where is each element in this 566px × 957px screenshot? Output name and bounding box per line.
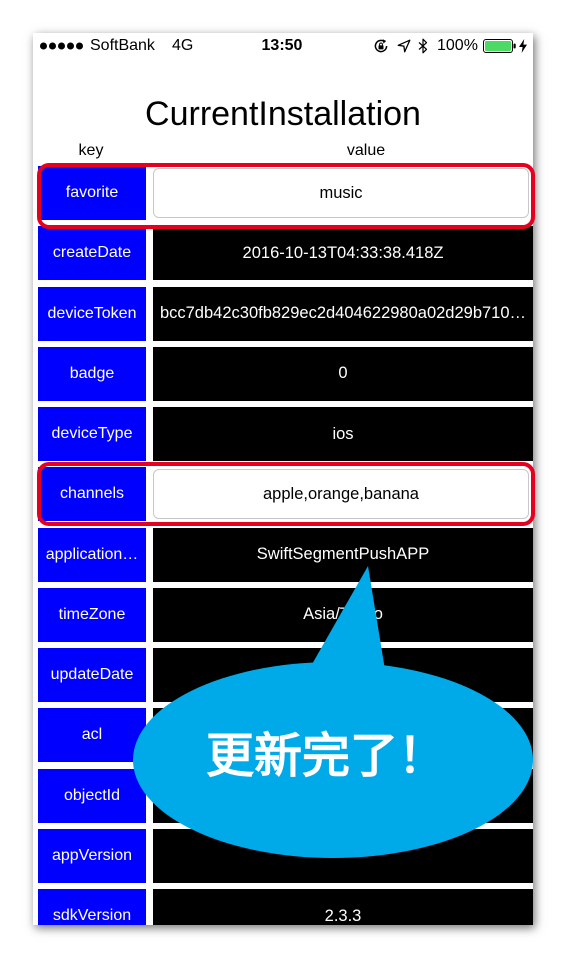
key-label: badge: [69, 364, 115, 382]
key-cell: createDate: [38, 226, 146, 281]
table-row: badge 0: [33, 346, 533, 401]
key-label: deviceToken: [47, 304, 137, 322]
value-cell: [153, 648, 533, 702]
carrier-name: SoftBank: [90, 37, 155, 54]
key-cell: application…: [38, 527, 146, 582]
key-label: sdkVersion: [52, 907, 132, 924]
column-header-key: key: [78, 142, 104, 159]
value-cell: SwiftSegmentPushAPP: [153, 527, 533, 582]
rotation-lock-icon: [374, 39, 388, 53]
table-row: sdkVersion 2.3.3: [33, 889, 533, 925]
value-text: 2.3.3: [324, 906, 362, 925]
key-cell: badge: [38, 346, 146, 401]
value-cell: ios: [153, 407, 533, 461]
key-label: objectId: [63, 786, 121, 804]
bluetooth-icon: [418, 38, 428, 54]
value-cell: 2.3.3: [153, 889, 533, 925]
table-row: updateDate: [33, 648, 533, 702]
key-label: updateDate: [50, 666, 134, 683]
page-title: CurrentInstallation: [145, 95, 421, 133]
key-cell: deviceType: [38, 407, 146, 461]
battery-percentage: 100%: [437, 37, 478, 54]
value-cell: 2016-10-13T04:33:38.418Z: [153, 226, 533, 281]
key-cell: objectId: [38, 768, 146, 823]
key-cell: sdkVersion: [38, 889, 146, 925]
battery-icon: [483, 39, 516, 53]
value-text: Asia/Tokyo: [303, 605, 383, 624]
status-bar: SoftBank 4G 13:50 100%: [33, 33, 533, 59]
table-row: appVersion: [33, 828, 533, 883]
table-row: deviceType ios: [33, 407, 533, 461]
table-row: deviceToken bcc7db42c30fb829ec2d40462298…: [33, 286, 533, 341]
table-row: application… SwiftSegmentPushAPP: [33, 527, 533, 582]
network-type: 4G: [172, 37, 194, 54]
key-label: appVersion: [51, 846, 133, 864]
key-label: application…: [45, 545, 139, 563]
table-row: timeZone Asia/Tokyo: [33, 587, 533, 642]
highlight-box-channels: [37, 462, 535, 526]
key-label: createDate: [52, 244, 132, 262]
signal-strength-icon: [40, 42, 83, 50]
key-cell: updateDate: [38, 648, 146, 702]
value-cell: [153, 828, 533, 883]
value-text: 0: [338, 364, 348, 383]
key-label: deviceType: [51, 425, 133, 442]
callout-text: 更新完了！: [205, 730, 446, 783]
key-cell: appVersion: [38, 828, 146, 883]
key-cell: timeZone: [38, 587, 146, 642]
key-cell: acl: [38, 708, 146, 763]
key-label: timeZone: [58, 605, 126, 623]
value-cell: bcc7db42c30fb829ec2d404622980a02d29b710…: [153, 286, 533, 341]
installation-table[interactable]: favorite music createDate 2016-10-13T04:…: [33, 166, 533, 925]
key-label: acl: [81, 726, 103, 744]
column-header-value: value: [346, 142, 386, 159]
highlight-box-favorite: [37, 163, 535, 229]
value-text: ios: [332, 424, 354, 443]
location-arrow-icon: [397, 39, 411, 53]
value-text: bcc7db42c30fb829ec2d404622980a02d29b710…: [159, 304, 527, 322]
charging-bolt-icon: [519, 39, 527, 53]
value-text: 2016-10-13T04:33:38.418Z: [242, 243, 444, 262]
value-text: SwiftSegmentPushAPP: [256, 545, 430, 563]
value-cell: 0: [153, 346, 533, 401]
table-row: createDate 2016-10-13T04:33:38.418Z: [33, 226, 533, 281]
value-cell: Asia/Tokyo: [153, 587, 533, 642]
key-cell: deviceToken: [38, 286, 146, 341]
clock-time: 13:50: [261, 37, 303, 54]
